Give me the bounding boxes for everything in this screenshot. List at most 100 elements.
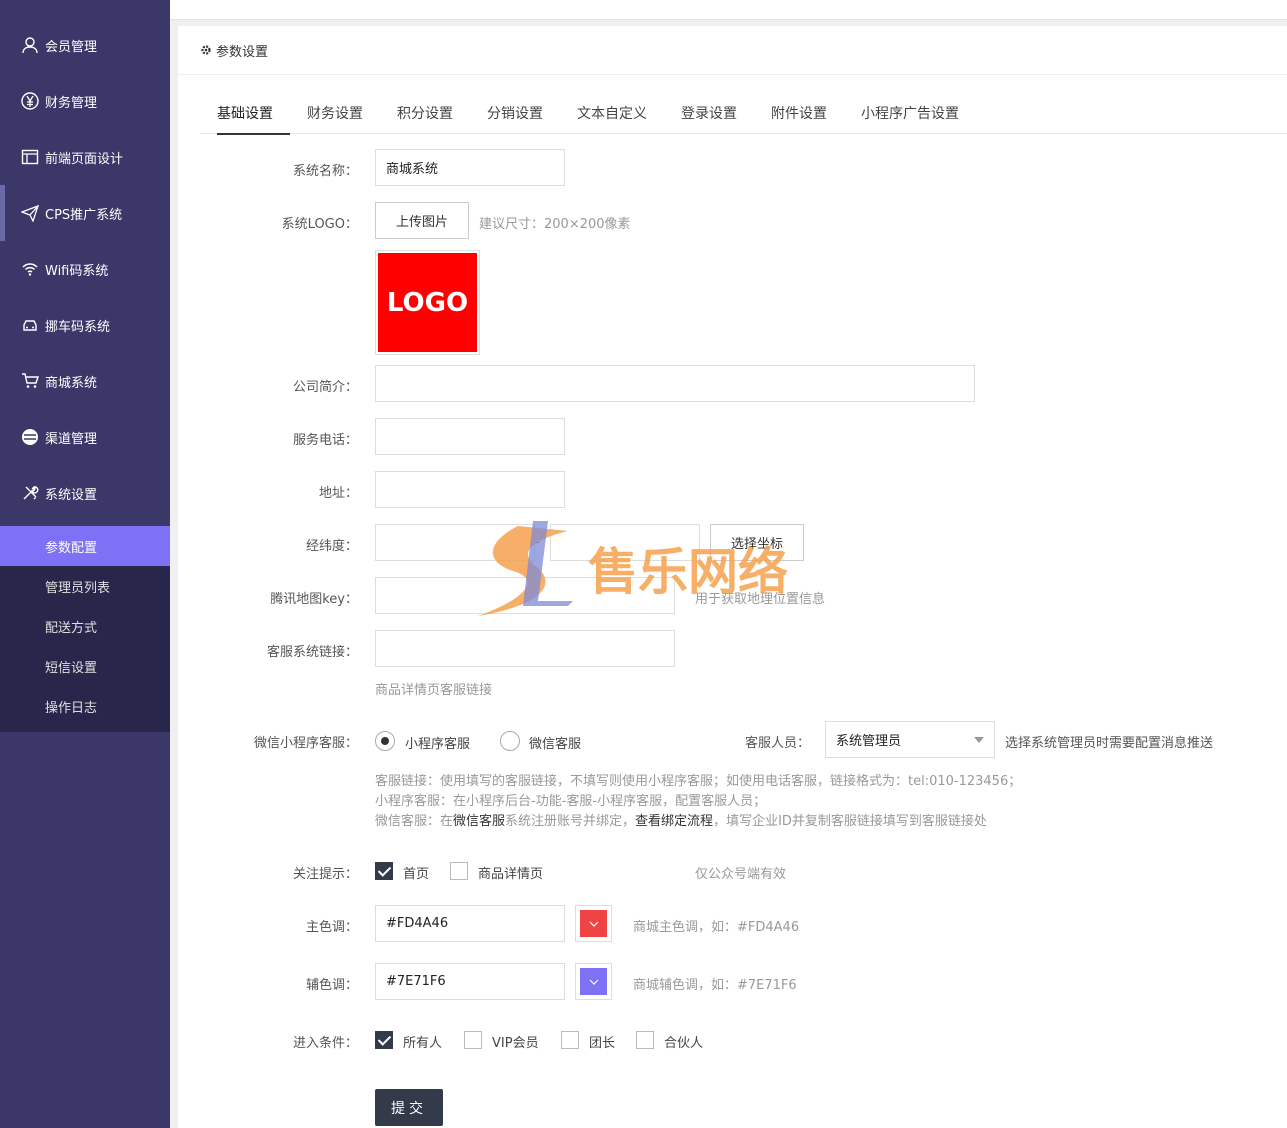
checkbox-entry-vip-label: VIP会员 — [492, 1036, 539, 1051]
tools-icon — [20, 483, 40, 503]
intro-input[interactable] — [375, 365, 975, 402]
bind-process-link[interactable]: 查看绑定流程 — [635, 814, 713, 829]
sidebar-item-mall[interactable]: 商城系统 — [0, 353, 170, 409]
service-link-label: 客服系统链接： — [266, 645, 358, 660]
submenu-item-delivery[interactable]: 配送方式 — [0, 606, 170, 646]
checkbox-follow-product[interactable] — [450, 862, 468, 880]
service-link-input[interactable] — [375, 630, 675, 667]
sidebar-item-members[interactable]: 会员管理 — [0, 17, 170, 73]
map-key-label: 腾讯地图key： — [270, 592, 358, 607]
primary-color-picker[interactable] — [575, 905, 612, 942]
sidebar-item-label: 会员管理 — [45, 39, 98, 55]
tab-attachment[interactable]: 附件设置 — [754, 92, 844, 134]
radio-wechat-service[interactable] — [500, 731, 520, 751]
primary-color-label: 主色调： — [305, 920, 358, 935]
chevron-down-icon — [589, 921, 598, 927]
submenu-item-sms[interactable]: 短信设置 — [0, 646, 170, 686]
select-coords-button[interactable]: 选择坐标 — [710, 524, 804, 561]
sidebar-item-system-settings[interactable]: 系统设置 — [0, 465, 170, 521]
submenu-item-admins[interactable]: 管理员列表 — [0, 566, 170, 606]
staff-select-value: 系统管理员 — [836, 734, 902, 749]
radio-miniprogram-service[interactable] — [375, 731, 395, 751]
checkbox-entry-vip[interactable] — [464, 1031, 482, 1049]
primary-color-input[interactable]: #FD4A46 — [375, 905, 565, 942]
staff-hint: 选择系统管理员时需要配置消息推送 — [1005, 736, 1214, 751]
secondary-color-input[interactable]: #7E71F6 — [375, 963, 565, 1000]
sidebar: 会员管理 财务管理 前端页面设计 CPS推广系统 Wifi码系统 挪车码系统 商… — [0, 0, 170, 1128]
chevron-down-icon — [589, 979, 598, 985]
tab-basic[interactable]: 基础设置 — [200, 92, 290, 135]
system-logo-label: 系统LOGO： — [281, 217, 358, 232]
coords-label: 经纬度： — [305, 539, 358, 554]
checkbox-entry-all[interactable] — [375, 1031, 393, 1049]
paper-plane-icon — [20, 203, 40, 223]
follow-label: 关注提示： — [292, 867, 358, 882]
wifi-icon — [20, 259, 40, 279]
logo-preview[interactable]: LOGO — [375, 250, 480, 355]
phone-label: 服务电话： — [292, 433, 358, 448]
wx-service-label: 微信小程序客服： — [253, 736, 358, 751]
service-note-3-text-b: 系统注册账号并绑定， — [505, 814, 636, 829]
tab-login[interactable]: 登录设置 — [664, 92, 754, 134]
tab-text-custom[interactable]: 文本自定义 — [560, 92, 664, 134]
logo-size-hint: 建议尺寸：200×200像素 — [479, 217, 631, 232]
top-bar — [170, 0, 1287, 20]
wechat-service-link[interactable]: 微信客服 — [453, 814, 505, 829]
service-link-hint: 商品详情页客服链接 — [375, 683, 493, 698]
longitude-input[interactable] — [375, 524, 535, 561]
checkbox-entry-partner[interactable] — [636, 1031, 654, 1049]
staff-select[interactable]: 系统管理员 — [825, 721, 995, 758]
submenu-item-logs[interactable]: 操作日志 — [0, 686, 170, 726]
entry-label: 进入条件： — [292, 1036, 358, 1051]
sidebar-item-channel[interactable]: 渠道管理 — [0, 409, 170, 465]
service-note-3-text-a: 微信客服：在 — [375, 814, 454, 829]
submenu-item-params[interactable]: 参数配置 — [0, 526, 170, 566]
upload-image-button[interactable]: 上传图片 — [375, 202, 469, 239]
intro-label: 公司简介： — [292, 380, 358, 395]
checkbox-entry-partner-label: 合伙人 — [664, 1036, 704, 1051]
secondary-color-picker[interactable] — [575, 963, 612, 1000]
checkbox-follow-product-label: 商品详情页 — [478, 867, 544, 882]
latitude-input[interactable] — [550, 524, 700, 561]
checkbox-entry-leader-label: 团长 — [589, 1036, 616, 1051]
primary-color-swatch — [580, 910, 607, 937]
tab-finance[interactable]: 财务设置 — [290, 92, 380, 134]
tab-distribution[interactable]: 分销设置 — [470, 92, 560, 134]
checkbox-follow-home-label: 首页 — [403, 867, 430, 882]
sidebar-item-finance[interactable]: 财务管理 — [0, 73, 170, 129]
chevron-down-icon — [974, 737, 984, 743]
phone-input[interactable] — [375, 418, 565, 455]
sidebar-item-label: 渠道管理 — [45, 431, 98, 447]
secondary-color-hint: 商城辅色调，如：#7E71F6 — [633, 978, 797, 993]
sidebar-item-label: 挪车码系统 — [45, 319, 111, 335]
map-key-input[interactable] — [375, 577, 675, 614]
checkbox-follow-home[interactable] — [375, 862, 393, 880]
sidebar-item-label: 财务管理 — [45, 95, 98, 111]
secondary-color-label: 辅色调： — [305, 978, 358, 993]
sidebar-item-cps[interactable]: CPS推广系统 — [0, 185, 170, 241]
page-title: 参数设置 — [216, 44, 269, 60]
gear-icon — [200, 44, 212, 56]
sidebar-item-wifi[interactable]: Wifi码系统 — [0, 241, 170, 297]
settings-tabs: 基础设置 财务设置 积分设置 分销设置 文本自定义 登录设置 附件设置 小程序广… — [200, 92, 1287, 135]
sidebar-item-car-code[interactable]: 挪车码系统 — [0, 297, 170, 353]
submit-button[interactable]: 提交 — [375, 1089, 443, 1126]
user-icon — [20, 35, 40, 55]
service-note-3: 微信客服：在微信客服系统注册账号并绑定，查看绑定流程，填写企业ID并复制客服链接… — [375, 810, 987, 829]
checkbox-entry-all-label: 所有人 — [403, 1036, 443, 1051]
service-note-2: 小程序客服：在小程序后台-功能-客服-小程序客服，配置客服人员； — [375, 794, 767, 809]
sidebar-item-label: 前端页面设计 — [45, 151, 124, 167]
address-input[interactable] — [375, 471, 565, 508]
sidebar-item-frontend-design[interactable]: 前端页面设计 — [0, 129, 170, 185]
settings-panel: 参数设置 基础设置 财务设置 积分设置 分销设置 文本自定义 登录设置 附件设置… — [178, 26, 1287, 1128]
sidebar-item-label: Wifi码系统 — [45, 263, 109, 279]
system-name-input[interactable]: 商城系统 — [375, 149, 565, 186]
layout-icon — [20, 147, 40, 167]
map-key-hint: 用于获取地理位置信息 — [695, 592, 826, 607]
tab-miniprogram-ads[interactable]: 小程序广告设置 — [844, 92, 976, 134]
checkbox-entry-leader[interactable] — [561, 1031, 579, 1049]
system-name-label: 系统名称： — [292, 164, 358, 179]
radio-miniprogram-service-label: 小程序客服 — [405, 737, 471, 752]
tab-points[interactable]: 积分设置 — [380, 92, 470, 134]
cart-icon — [20, 371, 40, 391]
